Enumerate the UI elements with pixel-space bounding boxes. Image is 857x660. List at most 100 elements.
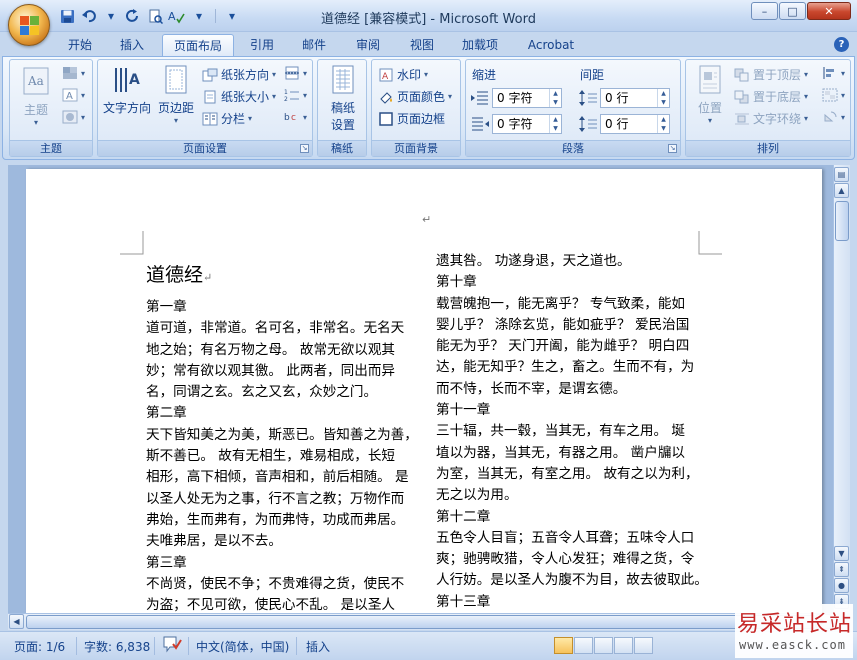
tab-mailings[interactable]: 邮件	[292, 34, 336, 56]
indent-right-spinner[interactable]: 0 字符 ▲ ▼	[470, 114, 562, 134]
left-column-line[interactable]: 天下皆知美之为美，斯恶已。皆知善之为善，	[146, 425, 418, 446]
breaks-button[interactable]: ▾	[284, 66, 307, 80]
document-area[interactable]: ↵ 道德经↵ 第一章 道可道，非常道。名可名，非常名。无名天 地之始；有名万物之母。…	[8, 165, 833, 613]
left-column-line[interactable]: 弗始，生而弗有，为而弗恃，功成而弗居。	[146, 510, 418, 531]
print-layout-view-icon[interactable]	[554, 637, 573, 654]
right-column[interactable]: 遗其咎。 功遂身退，天之道也。 第十章 载营魄抱一，能无离乎？ 专气致柔，能如 婴儿乎…	[436, 251, 708, 613]
office-button[interactable]	[8, 4, 50, 46]
maximize-button[interactable]: □	[779, 2, 806, 20]
full-screen-reading-view-icon[interactable]	[574, 637, 593, 654]
left-column-line[interactable]: 相形，高下相倾，音声相和，前后相随。 是	[146, 467, 418, 488]
left-column[interactable]: 道德经↵ 第一章 道可道，非常道。名可名，非常名。无名天 地之始；有名万物之母。 故…	[146, 259, 418, 613]
theme-fonts-button[interactable]: A ▾	[62, 88, 85, 102]
indent-right-arrows-icon[interactable]: ▲ ▼	[549, 115, 561, 133]
horizontal-scroll-thumb[interactable]	[26, 615, 816, 629]
hyphenation-button[interactable]: b c ▾	[284, 110, 307, 124]
theme-button[interactable]: Aa 主题 ▾	[18, 66, 54, 127]
help-icon[interactable]: ?	[834, 37, 849, 52]
paragraph-launcher-icon[interactable]: ↘	[668, 144, 677, 153]
left-column-line[interactable]: 以圣人处无为之事，行不言之教；万物作而	[146, 489, 418, 510]
outline-view-icon[interactable]	[614, 637, 633, 654]
left-column-line[interactable]: 第三章	[146, 553, 418, 574]
ruler-toggle-icon[interactable]: ▤	[834, 167, 849, 182]
tab-page-layout[interactable]: 页面布局	[162, 34, 234, 56]
theme-effects-button[interactable]: ▾	[62, 110, 85, 124]
left-column-line[interactable]: 名，同谓之玄。玄之又玄，众妙之门。	[146, 382, 418, 403]
proofing-icon[interactable]	[162, 635, 182, 656]
margins-button[interactable]: 页边距 ▾	[154, 64, 198, 125]
indent-left-value[interactable]: 0 字符	[497, 91, 532, 105]
right-column-line[interactable]: 为室，当其无，有室之用。 故有之以为利，	[436, 464, 708, 485]
right-column-line[interactable]: 而不恃，长而不宰，是谓玄德。	[436, 379, 708, 400]
document-title-line[interactable]: 道德经↵	[146, 259, 418, 291]
paper-setup-button[interactable]: 稿纸 设置	[324, 64, 362, 133]
web-layout-view-icon[interactable]	[594, 637, 613, 654]
indent-left-spinner[interactable]: 0 字符 ▲ ▼	[470, 88, 562, 108]
orientation-button[interactable]: 纸张方向 ▾	[202, 66, 276, 83]
left-column-line[interactable]: 妙；常有欲以观其徼。 此两者，同出而异	[146, 361, 418, 382]
right-column-line[interactable]: 达，能无知乎？生之，畜之。生而不有，为	[436, 357, 708, 378]
right-column-line[interactable]: 五色令人目盲；五音令人耳聋；五味令人口	[436, 528, 708, 549]
bring-to-front-button[interactable]: 置于顶层 ▾	[734, 66, 808, 83]
left-column-line[interactable]: 道可道，非常道。名可名，非常名。无名天	[146, 318, 418, 339]
close-button[interactable]: ✕	[807, 2, 851, 20]
scroll-left-icon[interactable]: ◀	[9, 614, 24, 629]
left-column-line[interactable]: 第二章	[146, 403, 418, 424]
page-color-button[interactable]: 页面颜色 ▾	[378, 88, 452, 105]
rotate-button[interactable]: ▾	[822, 110, 845, 124]
tab-home[interactable]: 开始	[58, 34, 102, 56]
page-indicator[interactable]: 页面: 1/6	[14, 638, 65, 655]
tab-insert[interactable]: 插入	[110, 34, 154, 56]
right-column-line[interactable]: 无之以为用。	[436, 485, 708, 506]
watermark-button[interactable]: A 水印 ▾	[378, 66, 428, 83]
indent-right-value[interactable]: 0 字符	[497, 117, 532, 131]
right-column-line[interactable]: 爽；驰骋畋猎，令人心发狂；难得之货，令	[436, 549, 708, 570]
language-indicator[interactable]: 中文(简体，中国)	[196, 638, 289, 655]
right-column-line[interactable]: 能无为乎？ 天门开阖，能为雌乎？ 明白四	[436, 336, 708, 357]
text-direction-button[interactable]: A 文字方向	[102, 64, 152, 116]
right-column-line[interactable]: 第十一章	[436, 400, 708, 421]
space-after-spinner[interactable]: 0 行 ▲ ▼	[578, 114, 670, 134]
page-setup-launcher-icon[interactable]: ↘	[300, 144, 309, 153]
vertical-scrollbar[interactable]: ▤ ▲ ▼ ⇞ ● ⇟	[833, 165, 850, 613]
tab-add-ins[interactable]: 加载项	[452, 34, 508, 56]
horizontal-scrollbar[interactable]: ◀ ▶	[8, 613, 833, 630]
left-column-line[interactable]: 第一章	[146, 297, 418, 318]
document-page[interactable]: ↵ 道德经↵ 第一章 道可道，非常道。名可名，非常名。无名天 地之始；有名万物之母。…	[26, 169, 822, 613]
space-before-value[interactable]: 0 行	[605, 91, 628, 105]
columns-button[interactable]: 分栏 ▾	[202, 110, 252, 127]
line-numbers-button[interactable]: 1 2 ▾	[284, 88, 307, 102]
right-column-line[interactable]: 三十辐，共一毂，当其无，有车之用。 埏	[436, 421, 708, 442]
right-column-line[interactable]: 人行妨。是以圣人为腹不为目，故去彼取此。	[436, 570, 708, 591]
draft-view-icon[interactable]	[634, 637, 653, 654]
right-column-line[interactable]: 埴以为器，当其无，有器之用。 凿户牖以	[436, 443, 708, 464]
send-to-back-button[interactable]: 置于底层 ▾	[734, 88, 808, 105]
insert-mode-indicator[interactable]: 插入	[306, 638, 330, 655]
space-after-arrows-icon[interactable]: ▲ ▼	[657, 115, 669, 133]
right-column-line[interactable]: 遗其咎。 功遂身退，天之道也。	[436, 251, 708, 272]
group-objects-button[interactable]: ▾	[822, 88, 845, 102]
left-column-line[interactable]: 为盗；不见可欲，使民心不乱。 是以圣人	[146, 595, 418, 613]
indent-left-arrows-icon[interactable]: ▲ ▼	[549, 89, 561, 107]
scroll-down-icon[interactable]: ▼	[834, 546, 849, 561]
paper-size-button[interactable]: 纸张大小 ▾	[202, 88, 276, 105]
right-column-line[interactable]: 第十章	[436, 272, 708, 293]
previous-page-icon[interactable]: ⇞	[834, 562, 849, 577]
left-column-line[interactable]: 夫唯弗居，是以不去。	[146, 531, 418, 552]
space-before-spinner[interactable]: 0 行 ▲ ▼	[578, 88, 670, 108]
vertical-scroll-thumb[interactable]	[835, 201, 849, 241]
position-button[interactable]: 位置 ▾	[690, 64, 730, 125]
theme-colors-button[interactable]: ▾	[62, 66, 85, 80]
tab-references[interactable]: 引用	[240, 34, 284, 56]
left-column-line[interactable]: 斯不善已。 故有无相生，难易相成，长短	[146, 446, 418, 467]
word-count[interactable]: 字数: 6,838	[84, 638, 150, 655]
space-after-value[interactable]: 0 行	[605, 117, 628, 131]
right-column-line[interactable]: 载营魄抱一，能无离乎？ 专气致柔，能如	[436, 294, 708, 315]
scroll-up-icon[interactable]: ▲	[834, 183, 849, 198]
right-column-line[interactable]: 第十二章	[436, 507, 708, 528]
text-wrapping-button[interactable]: 文字环绕 ▾	[734, 110, 808, 127]
minimize-button[interactable]: –	[751, 2, 778, 20]
tab-view[interactable]: 视图	[400, 34, 444, 56]
left-column-line[interactable]: 地之始；有名万物之母。 故常无欲以观其	[146, 340, 418, 361]
left-column-line[interactable]: 不尚贤，使民不争；不贵难得之货，使民不	[146, 574, 418, 595]
